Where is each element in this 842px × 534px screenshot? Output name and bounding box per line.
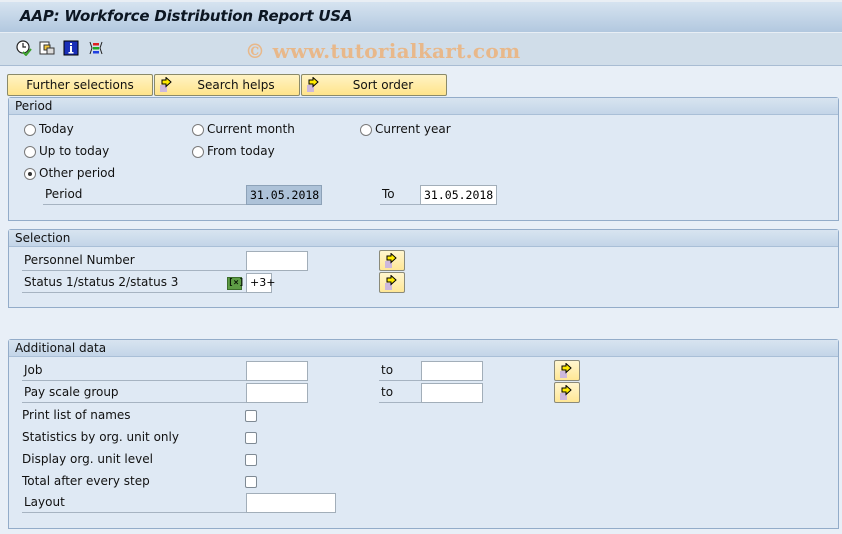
sort-order-label: Sort order — [352, 78, 414, 92]
multiple-selection-active-icon[interactable]: [×] — [227, 277, 244, 290]
radio-current-year[interactable] — [360, 124, 372, 136]
pay-scale-group-from-input[interactable] — [246, 383, 308, 403]
pay-scale-group-label: Pay scale group — [22, 383, 246, 403]
additional-data-group-header: Additional data — [9, 340, 838, 357]
further-selections-button[interactable]: Further selections — [7, 74, 153, 96]
job-multiple-selection-button[interactable] — [554, 360, 580, 381]
radio-from-today-label: From today — [207, 144, 275, 158]
search-helps-button[interactable]: Search helps — [154, 74, 300, 96]
display-org-unit-level-checkbox[interactable] — [245, 454, 257, 466]
watermark: © www.tutorialkart.com — [245, 39, 521, 63]
personnel-number-input[interactable] — [246, 251, 308, 271]
print-list-of-names-checkbox[interactable] — [245, 410, 257, 422]
layout-label: Layout — [22, 493, 246, 513]
status-input[interactable]: +3+ — [246, 273, 275, 293]
sort-order-button[interactable]: Sort order — [301, 74, 447, 96]
layout-input[interactable] — [246, 493, 336, 513]
personnel-number-multiple-selection-button[interactable] — [379, 250, 405, 271]
pay-scale-group-to-label: to — [379, 383, 421, 403]
period-group-header: Period — [9, 98, 838, 115]
radio-other-period[interactable] — [24, 168, 36, 180]
period-group: Period Today Current month Current year … — [8, 97, 839, 221]
window-title: AAP: Workforce Distribution Report USA — [20, 7, 353, 25]
radio-today-label: Today — [39, 122, 74, 136]
job-to-label: to — [379, 361, 421, 381]
radio-current-month[interactable] — [192, 124, 204, 136]
execute-clock-icon[interactable] — [16, 40, 32, 57]
job-label: Job — [22, 361, 246, 381]
selection-group-header: Selection — [9, 230, 838, 247]
pay-scale-group-to-input[interactable] — [421, 383, 483, 403]
print-list-of-names-label: Print list of names — [22, 408, 131, 422]
display-org-unit-level-label: Display org. unit level — [22, 452, 153, 466]
selection-options-icon[interactable] — [88, 40, 104, 56]
search-helps-label: Search helps — [197, 78, 275, 92]
radio-up-to-today-label: Up to today — [39, 144, 110, 158]
arrow-right-icon — [306, 76, 322, 99]
statistics-by-org-unit-label: Statistics by org. unit only — [22, 430, 179, 444]
arrow-right-icon — [560, 385, 572, 400]
additional-data-group: Additional data Job to Pay scale group t… — [8, 339, 839, 529]
status-label: Status 1/status 2/status 3 — [22, 273, 246, 293]
job-from-input[interactable] — [246, 361, 308, 381]
radio-today[interactable] — [24, 124, 36, 136]
info-icon[interactable] — [63, 40, 79, 56]
total-after-every-step-checkbox[interactable] — [245, 476, 257, 488]
statistics-by-org-unit-checkbox[interactable] — [245, 432, 257, 444]
period-from-input[interactable]: 31.05.2018 — [246, 185, 322, 205]
arrow-right-icon — [560, 363, 572, 378]
personnel-number-label: Personnel Number — [22, 251, 246, 271]
total-after-every-step-label: Total after every step — [22, 474, 150, 488]
radio-up-to-today[interactable] — [24, 146, 36, 158]
job-to-input[interactable] — [421, 361, 483, 381]
radio-current-month-label: Current month — [207, 122, 295, 136]
pay-scale-group-multiple-selection-button[interactable] — [554, 382, 580, 403]
radio-current-year-label: Current year — [375, 122, 451, 136]
arrow-right-icon — [385, 275, 397, 290]
variants-icon[interactable] — [39, 40, 55, 56]
arrow-right-icon — [159, 76, 175, 99]
further-selections-label: Further selections — [26, 78, 134, 92]
radio-other-period-label: Other period — [39, 166, 116, 180]
status-multiple-selection-button[interactable] — [379, 272, 405, 293]
radio-from-today[interactable] — [192, 146, 204, 158]
period-to-input[interactable]: 31.05.2018 — [420, 185, 497, 205]
arrow-right-icon — [385, 253, 397, 268]
period-to-label: To — [380, 185, 420, 205]
selection-group: Selection Personnel Number Status 1/stat… — [8, 229, 839, 308]
application-toolbar: © www.tutorialkart.com — [0, 33, 842, 66]
title-bar: AAP: Workforce Distribution Report USA — [0, 0, 842, 33]
